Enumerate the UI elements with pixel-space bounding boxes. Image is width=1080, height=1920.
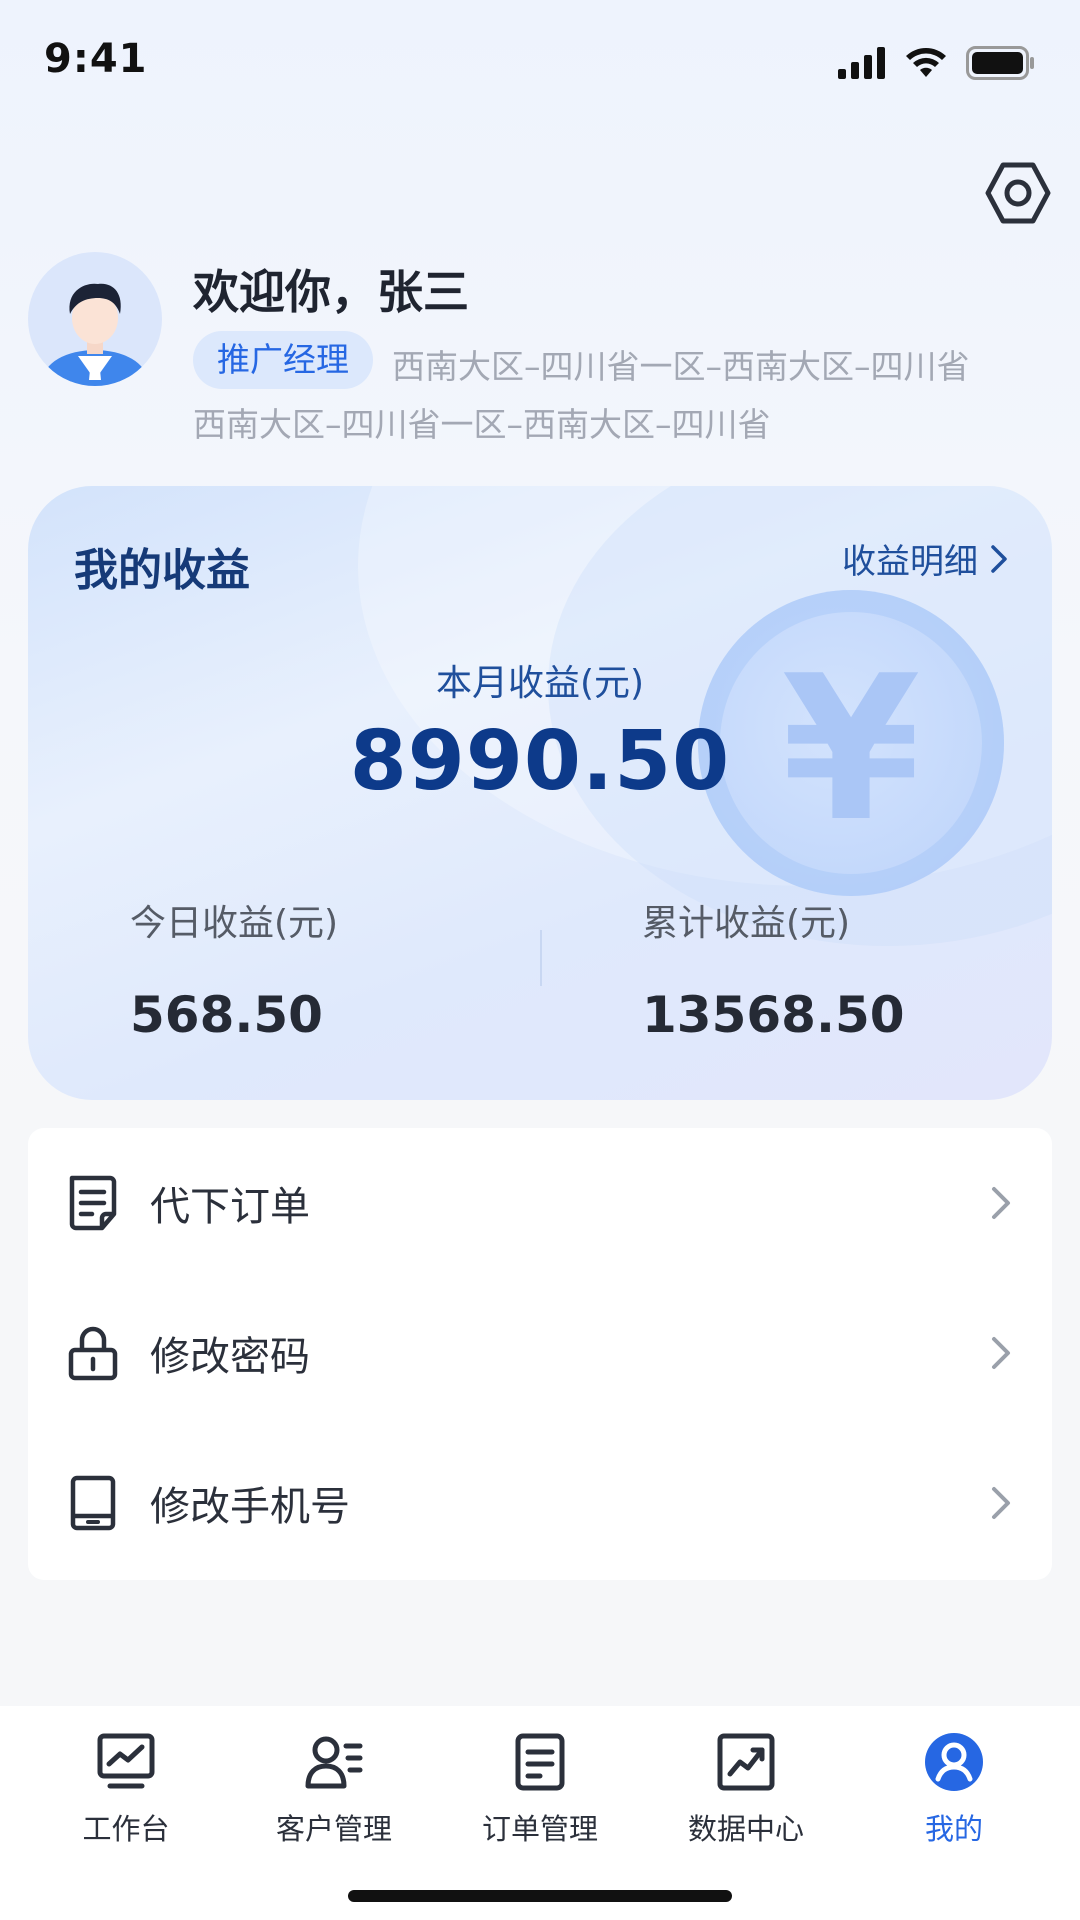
chevron-right-icon — [991, 544, 1007, 573]
total-earnings-label: 累计收益(元) — [642, 903, 851, 944]
menu-item-change-phone[interactable]: 修改手机号 — [28, 1428, 1052, 1578]
tab-orders[interactable]: 订单管理 — [450, 1722, 630, 1852]
avatar[interactable] — [28, 252, 162, 386]
total-earnings: 累计收益(元) 13568.50 — [642, 894, 905, 1044]
menu-item-label: 修改密码 — [150, 1334, 310, 1380]
region-text-line2: 西南大区–四川省一区–西南大区–四川省 — [193, 405, 771, 444]
cellular-signal-icon — [838, 47, 885, 79]
customers-icon — [305, 1736, 363, 1789]
settings-menu: 代下订单 修改密码 修改手机号 — [28, 1128, 1052, 1580]
settings-hexagon-icon — [985, 162, 1051, 224]
chevron-right-icon — [992, 1187, 1010, 1219]
tab-label: 客户管理 — [275, 1812, 392, 1846]
user-avatar-icon — [43, 283, 147, 386]
menu-item-label: 代下订单 — [150, 1184, 310, 1230]
profile-icon — [925, 1733, 983, 1791]
screen: 9:41 欢迎你，张三 推广经理 西南大区–四川省一区–西南大区–四川省 西南大… — [0, 0, 1080, 1920]
tab-dashboard[interactable]: 工作台 — [36, 1722, 216, 1852]
tab-bar: 工作台 客户管理 订单管理 数据中心 我的 — [0, 1706, 1080, 1920]
chevron-right-icon — [992, 1487, 1010, 1519]
wifi-icon — [906, 48, 946, 77]
battery-icon — [966, 46, 1034, 80]
tab-label: 数据中心 — [687, 1812, 804, 1846]
stat-divider — [540, 930, 542, 986]
today-earnings-label: 今日收益(元) — [130, 903, 339, 944]
today-earnings-value: 568.50 — [130, 986, 323, 1044]
menu-item-label: 修改手机号 — [150, 1484, 350, 1530]
tab-data-center[interactable]: 数据中心 — [656, 1722, 836, 1852]
tab-customers[interactable]: 客户管理 — [244, 1722, 424, 1852]
phone-icon — [70, 1475, 116, 1531]
month-earnings-value: 8990.50 — [349, 714, 731, 809]
status-time: 9:41 — [44, 36, 148, 82]
tab-label: 工作台 — [82, 1812, 170, 1846]
tab-label: 订单管理 — [481, 1812, 598, 1846]
home-indicator — [348, 1890, 732, 1902]
month-earnings-label: 本月收益(元) — [435, 663, 645, 704]
earnings-card: ¥ 我的收益 收益明细 本月收益(元) 8990.50 今日收益(元) 568.… — [28, 486, 1052, 1100]
total-earnings-value: 13568.50 — [642, 986, 905, 1044]
tab-profile[interactable]: 我的 — [864, 1722, 1044, 1852]
status-icons — [838, 46, 1036, 80]
role-badge: 推广经理 — [193, 331, 373, 389]
earnings-title: 我的收益 — [74, 545, 250, 596]
orders-icon — [515, 1733, 565, 1791]
today-earnings: 今日收益(元) 568.50 — [130, 894, 338, 1044]
menu-item-change-password[interactable]: 修改密码 — [28, 1278, 1052, 1428]
lock-icon — [68, 1326, 118, 1381]
region-text-line1: 西南大区–四川省一区–西南大区–四川省 — [392, 347, 970, 386]
dashboard-icon — [97, 1733, 155, 1789]
settings-button[interactable] — [985, 160, 1051, 226]
tab-label: 我的 — [924, 1812, 983, 1846]
data-center-icon — [717, 1733, 775, 1791]
menu-item-place-order[interactable]: 代下订单 — [28, 1128, 1052, 1278]
document-icon — [69, 1175, 117, 1231]
earnings-detail-label: 收益明细 — [842, 542, 978, 582]
status-bar: 9:41 — [0, 0, 1080, 120]
earnings-detail-link[interactable]: 收益明细 — [842, 534, 1008, 583]
chevron-right-icon — [992, 1337, 1010, 1369]
welcome-text: 欢迎你，张三 — [193, 265, 469, 319]
